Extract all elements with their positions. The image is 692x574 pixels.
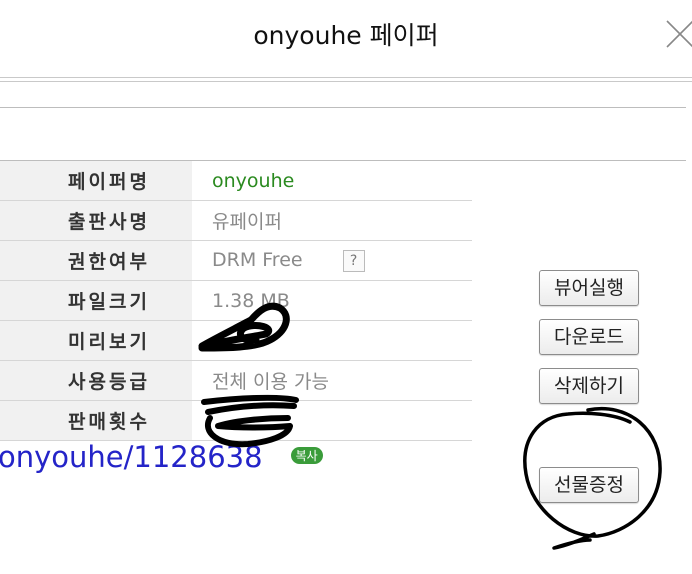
row-label: 출판사명 — [26, 200, 192, 241]
usage-rating-value: 전체 이용 가능 — [192, 360, 472, 401]
table-row: 권한여부 DRM Free? — [0, 240, 472, 281]
viewer-run-button[interactable]: 뷰어실행 — [539, 270, 639, 306]
download-button[interactable]: 다운로드 — [539, 319, 639, 355]
row-label: 파일크기 — [26, 280, 192, 321]
table-row: 사용등급 전체 이용 가능 — [0, 360, 472, 401]
paper-url-text[interactable]: onyouhe/1128638 — [0, 440, 263, 474]
table-row: 파일크기 1.38 MB — [0, 280, 472, 321]
row-label: 사용등급 — [26, 360, 192, 401]
table-row: 판매횟수 — [0, 400, 472, 441]
copy-button[interactable]: 복사 — [290, 446, 323, 464]
publisher-value: 유페이퍼 — [192, 200, 472, 241]
help-icon[interactable]: ? — [342, 249, 365, 272]
file-size-value: 1.38 MB — [192, 280, 472, 321]
paper-info-table: 페이퍼명 onyouhe 출판사명 유페이퍼 권한여부 DRM Free? 파일… — [0, 161, 472, 441]
drm-value-cell: DRM Free? — [192, 240, 472, 281]
section-divider — [0, 107, 686, 108]
window-title: onyouhe 페이퍼 — [253, 21, 439, 50]
preview-value — [192, 320, 472, 361]
paper-url: onyouhe/1128638 복사 — [0, 440, 323, 474]
header-divider — [0, 77, 692, 82]
row-label: 판매횟수 — [26, 400, 192, 441]
paper-name-value: onyouhe — [192, 161, 472, 201]
drm-value: DRM Free — [212, 249, 303, 272]
close-icon[interactable] — [664, 18, 692, 50]
table-row: 미리보기 — [0, 320, 472, 361]
delete-button[interactable]: 삭제하기 — [539, 368, 639, 404]
gift-button[interactable]: 선물증정 — [539, 467, 639, 503]
table-row: 출판사명 유페이퍼 — [0, 200, 472, 241]
row-label: 미리보기 — [26, 320, 192, 361]
row-label: 권한여부 — [26, 240, 192, 281]
sales-count-value — [192, 400, 472, 441]
table-row: 페이퍼명 onyouhe — [0, 161, 472, 201]
row-label: 페이퍼명 — [26, 161, 192, 201]
